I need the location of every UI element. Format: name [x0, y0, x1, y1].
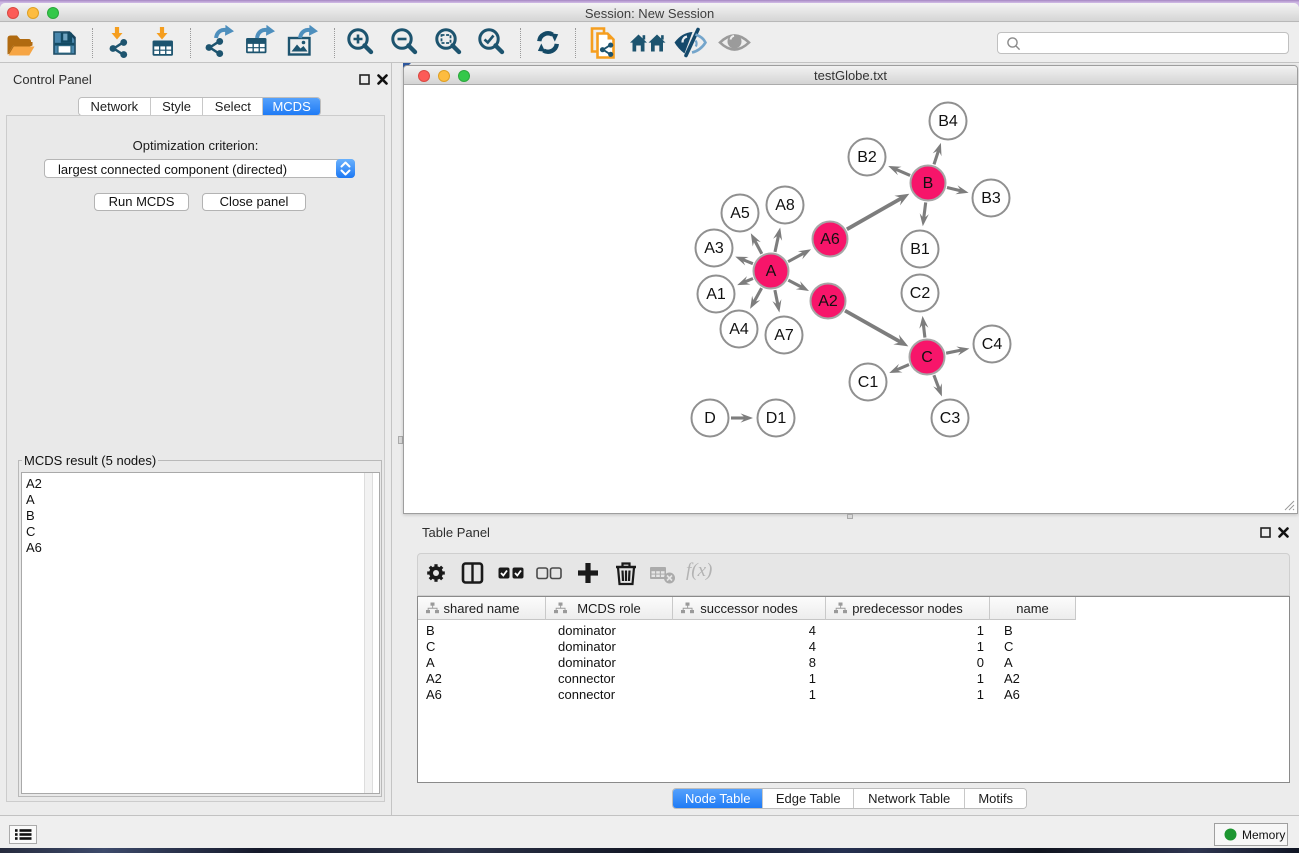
svg-text:C3: C3: [940, 410, 961, 427]
svg-text:A1: A1: [706, 286, 726, 303]
svg-text:C4: C4: [982, 336, 1003, 353]
svg-text:C1: C1: [858, 374, 879, 391]
svg-text:D: D: [704, 410, 716, 427]
svg-text:B: B: [923, 175, 934, 192]
svg-text:D1: D1: [766, 410, 787, 427]
svg-text:A6: A6: [820, 231, 840, 248]
svg-text:A: A: [766, 263, 777, 280]
svg-text:C: C: [921, 349, 933, 366]
svg-text:A8: A8: [775, 197, 795, 214]
svg-text:B4: B4: [938, 113, 958, 130]
svg-text:A3: A3: [704, 240, 724, 257]
svg-text:A5: A5: [730, 205, 750, 222]
svg-text:B1: B1: [910, 241, 930, 258]
svg-text:A2: A2: [818, 293, 838, 310]
svg-text:A7: A7: [774, 327, 794, 344]
svg-text:B2: B2: [857, 149, 877, 166]
svg-text:C2: C2: [910, 285, 931, 302]
svg-text:B3: B3: [981, 190, 1001, 207]
svg-text:A4: A4: [729, 321, 749, 338]
